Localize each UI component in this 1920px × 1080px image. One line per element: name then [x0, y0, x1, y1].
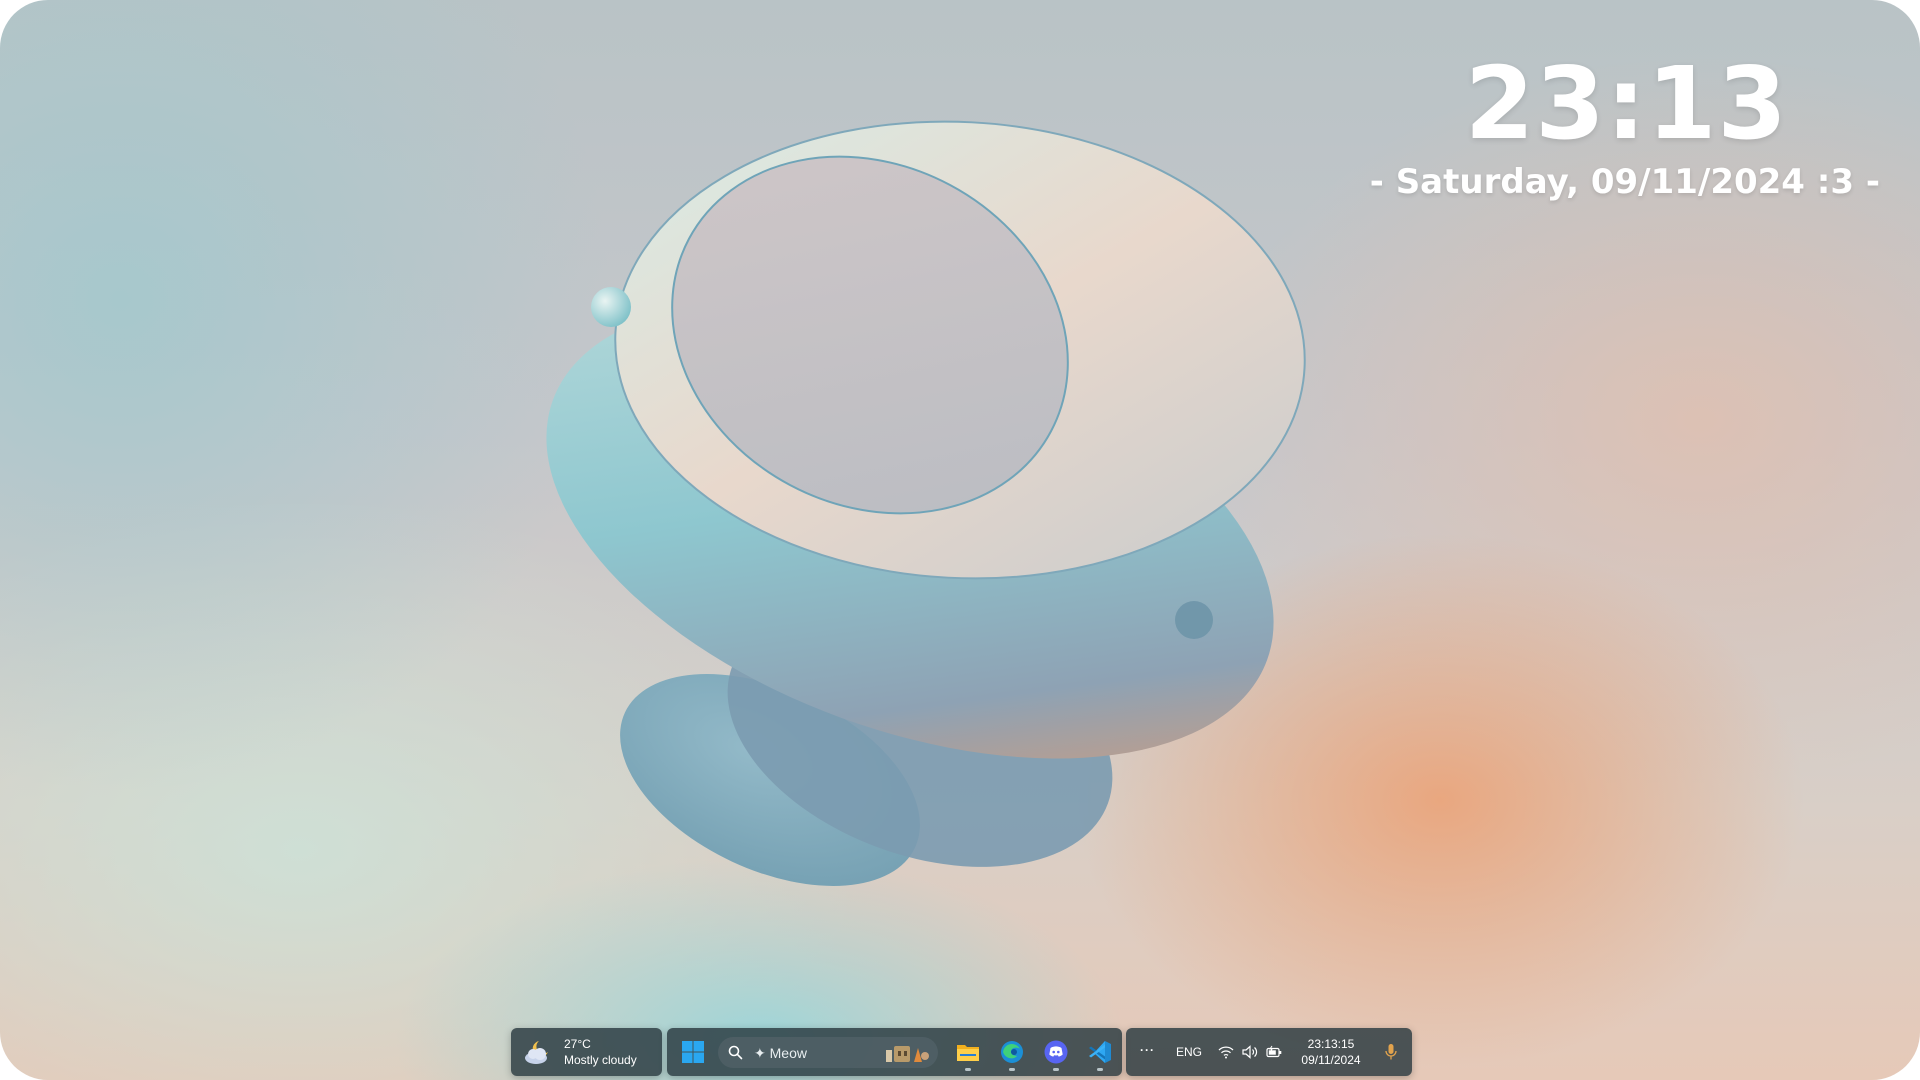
edge-button[interactable]	[992, 1032, 1032, 1072]
tray-date: 09/11/2024	[1301, 1053, 1361, 1067]
search-highlight-image	[886, 1046, 929, 1062]
clock-widget: 23:13 - Saturday, 09/11/2024 :3 -	[1360, 48, 1880, 204]
system-tray: ··· ENG 23:13:15 09/11/2024	[1126, 1028, 1412, 1076]
running-indicator	[1097, 1068, 1103, 1071]
tray-time: 23:13:15	[1307, 1037, 1355, 1051]
discord-button[interactable]	[1036, 1032, 1076, 1072]
running-indicator	[965, 1068, 971, 1071]
microphone-icon[interactable]	[1384, 1043, 1398, 1061]
file-explorer-button[interactable]	[948, 1032, 988, 1072]
vscode-icon	[1089, 1041, 1111, 1063]
tray-clock[interactable]: 23:13:15 09/11/2024	[1282, 1036, 1380, 1068]
taskbar-apps: ✦ Meow	[667, 1028, 1122, 1076]
vscode-button[interactable]	[1080, 1032, 1120, 1072]
start-button[interactable]	[673, 1032, 713, 1072]
wifi-icon[interactable]	[1218, 1045, 1234, 1059]
battery-icon[interactable]	[1266, 1045, 1282, 1059]
tray-overflow-button[interactable]: ···	[1140, 1043, 1155, 1057]
weather-widget[interactable]: 27°C Mostly cloudy	[511, 1028, 662, 1076]
running-indicator	[1053, 1068, 1059, 1071]
search-box[interactable]: ✦ Meow	[718, 1037, 938, 1068]
folder-icon	[957, 1045, 979, 1061]
search-text: ✦ Meow	[754, 1045, 807, 1061]
language-indicator[interactable]: ENG	[1176, 1045, 1202, 1059]
clock-time: 23:13	[1464, 45, 1788, 162]
weather-temperature: 27°C	[564, 1037, 591, 1051]
edge-icon	[1001, 1041, 1023, 1063]
search-icon	[728, 1045, 743, 1060]
partly-cloudy-night-icon	[525, 1041, 548, 1064]
discord-icon	[1044, 1040, 1068, 1064]
clock-date: - Saturday, 09/11/2024 :3 -	[1369, 162, 1880, 202]
weather-condition: Mostly cloudy	[564, 1053, 637, 1067]
running-indicator	[1009, 1068, 1015, 1071]
desktop: 23:13 - Saturday, 09/11/2024 :3 - 27°C M…	[0, 0, 1920, 1080]
volume-icon[interactable]	[1242, 1045, 1258, 1059]
windows-start-icon	[682, 1041, 704, 1063]
